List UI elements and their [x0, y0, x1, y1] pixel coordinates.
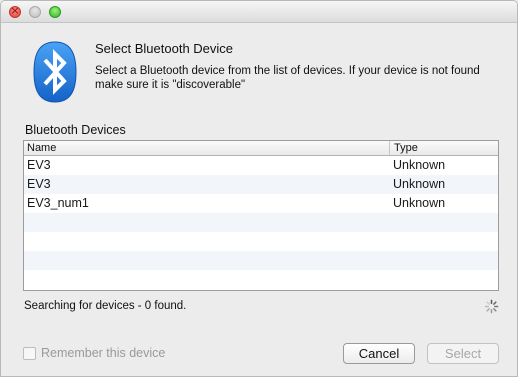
column-header-type[interactable]: Type: [390, 141, 498, 155]
device-type-cell: Unknown: [393, 196, 446, 210]
empty-table-row: [24, 270, 498, 289]
close-window-button[interactable]: [9, 4, 21, 18]
select-button[interactable]: Select: [427, 343, 499, 364]
device-type-cell: Unknown: [393, 158, 446, 172]
loading-spinner-icon: [484, 299, 499, 314]
remember-device-option[interactable]: Remember this device: [23, 346, 165, 360]
dialog-heading: Select Bluetooth Device: [95, 41, 234, 56]
table-body: EV3 Unknown EV3 Unknown EV3_num1 Unknown: [24, 156, 498, 289]
table-header: Name Type: [24, 141, 498, 156]
device-type-cell: Unknown: [393, 177, 446, 191]
bluetooth-dialog-window: Select Bluetooth Device Select a Bluetoo…: [0, 0, 518, 377]
empty-table-row: [24, 213, 498, 232]
title-bar: [1, 1, 517, 23]
device-name-cell: EV3: [27, 158, 51, 172]
table-row[interactable]: EV3_num1 Unknown: [24, 194, 498, 213]
cancel-button[interactable]: Cancel: [343, 343, 415, 364]
device-name-cell: EV3: [27, 177, 51, 191]
empty-table-row: [24, 251, 498, 270]
devices-section-label: Bluetooth Devices: [25, 123, 126, 137]
bluetooth-icon: [33, 41, 77, 103]
empty-table-row: [24, 232, 498, 251]
zoom-window-button[interactable]: [49, 6, 61, 18]
device-table[interactable]: Name Type EV3 Unknown EV3 Unknown EV3_nu…: [23, 140, 499, 291]
column-header-name[interactable]: Name: [24, 141, 390, 155]
device-name-cell: EV3_num1: [27, 196, 89, 210]
table-row[interactable]: EV3 Unknown: [24, 156, 498, 175]
remember-device-checkbox[interactable]: [23, 346, 36, 360]
minimize-window-button[interactable]: [29, 6, 41, 18]
search-status-text: Searching for devices - 0 found.: [24, 300, 187, 312]
table-row[interactable]: EV3 Unknown: [24, 175, 498, 194]
remember-device-label: Remember this device: [41, 346, 166, 360]
dialog-description: Select a Bluetooth device from the list …: [95, 65, 480, 91]
